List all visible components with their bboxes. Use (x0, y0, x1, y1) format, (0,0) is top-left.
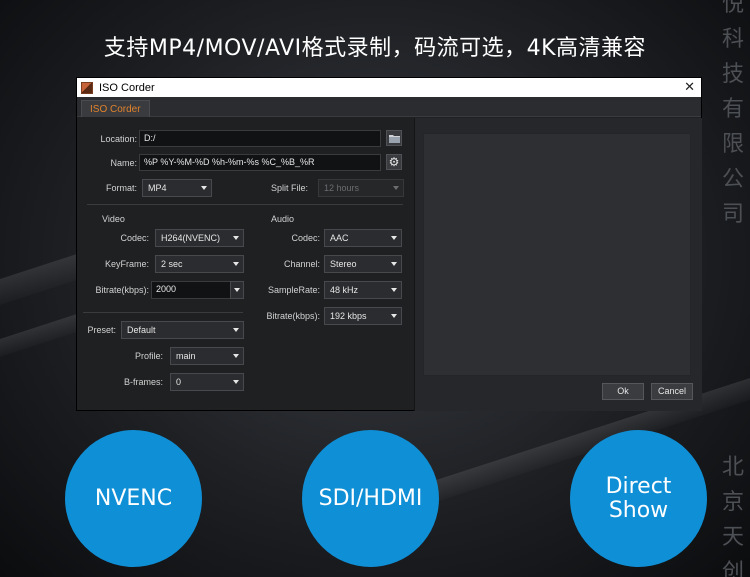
divider (83, 312, 243, 313)
nvenc-badge: NVENC (65, 430, 202, 567)
side-company-text-bottom: 北 京 天 创 (720, 450, 746, 577)
samplerate-label: SampleRate: (267, 285, 320, 295)
cancel-button[interactable]: Cancel (651, 383, 693, 400)
audio-codec-select[interactable]: AAC (324, 229, 402, 247)
side-char: 悦 (721, 0, 744, 17)
close-icon[interactable]: ✕ (684, 79, 695, 95)
side-char: 技 (721, 62, 744, 87)
channel-select[interactable]: Stereo (324, 255, 402, 273)
directshow-badge-line2: Show (608, 497, 669, 523)
bframes-select[interactable]: 0 (170, 373, 244, 391)
split-file-select[interactable]: 12 hours (318, 179, 404, 197)
video-heading: Video (102, 214, 125, 224)
audio-codec-value: AAC (330, 233, 349, 243)
side-char: 天 (721, 525, 744, 550)
channel-value: Stereo (330, 259, 357, 269)
side-char: 创 (721, 560, 744, 577)
audio-codec-label: Codec: (291, 233, 320, 243)
keyframe-value: 2 sec (161, 259, 183, 269)
chevron-down-icon (391, 288, 397, 292)
nvenc-badge-label: NVENC (94, 485, 173, 511)
split-file-value: 12 hours (324, 183, 360, 193)
video-bitrate-field[interactable]: 2000 (151, 281, 231, 299)
side-char: 限 (721, 132, 744, 157)
split-file-label: Split File: (270, 183, 308, 193)
location-field[interactable]: D:/ (139, 130, 381, 147)
divider (87, 204, 403, 205)
profile-select[interactable]: main (170, 347, 244, 365)
side-char: 科 (721, 27, 744, 52)
page-headline: 支持MP4/MOV/AVI格式录制，码流可选，4K高清兼容 (103, 36, 647, 61)
format-value: MP4 (148, 183, 167, 193)
settings-panel: Location: D:/ Name: %P %Y-%M-%D %h-%m-%s… (77, 118, 411, 411)
format-select[interactable]: MP4 (142, 179, 212, 197)
name-field[interactable]: %P %Y-%M-%D %h-%m-%s %C_%B_%R (139, 154, 381, 171)
preset-value: Default (127, 325, 156, 335)
name-label: Name: (110, 158, 137, 168)
name-settings-button[interactable]: ⚙ (386, 154, 402, 170)
format-label: Format: (105, 183, 137, 193)
keyframe-label: KeyFrame: (104, 259, 149, 269)
video-codec-select[interactable]: H264(NVENC) (155, 229, 244, 247)
bframes-label: B-frames: (123, 377, 163, 387)
preset-label: Preset: (87, 325, 116, 335)
bframes-value: 0 (176, 377, 182, 387)
preview-panel: Ok Cancel (414, 118, 702, 411)
ok-button[interactable]: Ok (602, 383, 644, 400)
tab-iso-corder[interactable]: ISO Corder (81, 100, 150, 117)
chevron-down-icon (201, 186, 207, 190)
window-title: ISO Corder (99, 81, 155, 94)
chevron-down-icon (233, 262, 239, 266)
video-codec-label: Codec: (120, 233, 149, 243)
video-bitrate-dropdown[interactable] (230, 281, 244, 299)
chevron-down-icon (233, 236, 239, 240)
title-bar[interactable]: ISO Corder ✕ (77, 78, 701, 97)
video-codec-value: H264(NVENC) (161, 233, 221, 243)
chevron-down-icon (391, 262, 397, 266)
side-char: 司 (721, 202, 744, 227)
profile-value: main (176, 351, 196, 361)
preset-select[interactable]: Default (121, 321, 244, 339)
sdi-hdmi-badge-label: SDI/HDMI (318, 485, 423, 511)
chevron-down-icon (234, 288, 240, 292)
chevron-down-icon (393, 186, 399, 190)
chevron-down-icon (391, 314, 397, 318)
video-bitrate-label: Bitrate(kbps): (95, 285, 149, 295)
app-icon (81, 81, 93, 94)
directshow-badge: Direct Show (570, 430, 707, 567)
chevron-down-icon (233, 380, 239, 384)
audio-heading: Audio (271, 214, 295, 224)
side-company-text-top: 悦 科 技 有 限 公 司 (720, 0, 746, 232)
gear-icon: ⚙ (388, 155, 400, 169)
directshow-badge-line1: Direct (605, 473, 672, 499)
side-char: 北 (721, 455, 744, 480)
audio-bitrate-value: 192 kbps (330, 311, 367, 321)
chevron-down-icon (233, 354, 239, 358)
keyframe-select[interactable]: 2 sec (155, 255, 244, 273)
side-char: 公 (721, 167, 744, 192)
samplerate-value: 48 kHz (330, 285, 359, 295)
side-char: 京 (721, 490, 744, 515)
browse-folder-button[interactable] (386, 130, 402, 146)
audio-bitrate-select[interactable]: 192 kbps (324, 307, 402, 325)
side-char: 有 (721, 97, 744, 122)
preview-area (423, 133, 691, 376)
samplerate-select[interactable]: 48 kHz (324, 281, 402, 299)
location-label: Location: (100, 134, 137, 144)
channel-label: Channel: (283, 259, 320, 269)
iso-corder-window: ISO Corder ✕ ISO Corder Location: D:/ Na… (76, 77, 702, 411)
chevron-down-icon (233, 328, 239, 332)
audio-bitrate-label: Bitrate(kbps): (266, 311, 320, 321)
sdi-hdmi-badge: SDI/HDMI (302, 430, 439, 567)
tab-bar: ISO Corder (77, 97, 701, 117)
profile-label: Profile: (134, 351, 163, 361)
folder-icon (388, 134, 400, 143)
chevron-down-icon (391, 236, 397, 240)
